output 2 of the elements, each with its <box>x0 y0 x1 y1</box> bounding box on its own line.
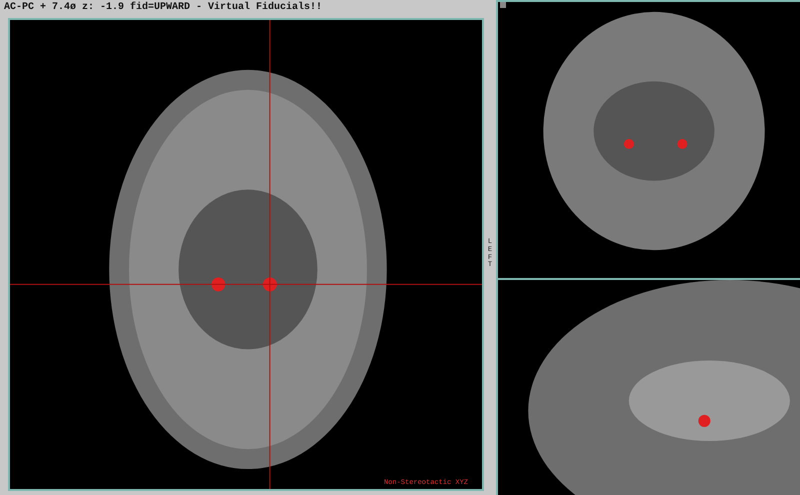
view-title: AC-PC + 7.4ø z: -1.9 fid=UPWARD - Virtual Fiducials!! <box>3 0 324 15</box>
corner-handle[interactable] <box>500 2 506 8</box>
